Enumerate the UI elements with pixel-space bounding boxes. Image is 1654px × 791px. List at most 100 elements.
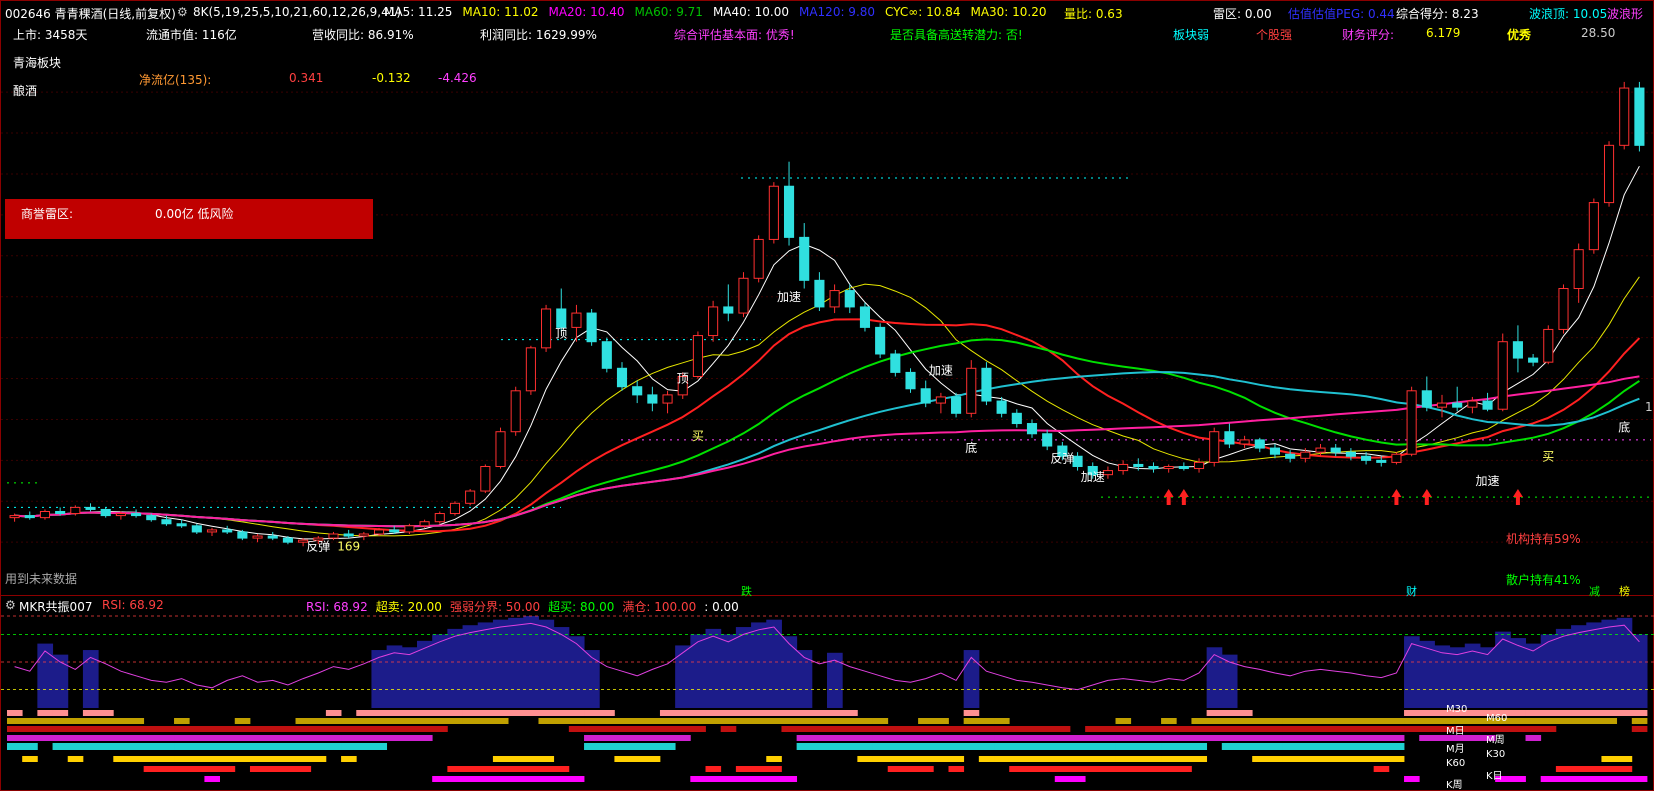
- sub-settings-icon[interactable]: ⚙: [5, 598, 16, 612]
- market-cap: 流通市值: 116亿: [146, 28, 237, 42]
- strip-cell: [432, 726, 448, 732]
- strip-cell: [796, 743, 813, 750]
- strip-cell: [1616, 776, 1633, 782]
- rsi-bar: [1434, 645, 1451, 708]
- sub-indicator-pane[interactable]: ⚙ MKR共振007 RSI: 68.92 RSI: 68.92 超卖: 20.0…: [0, 596, 1654, 791]
- strip-cell: [599, 743, 615, 750]
- chart-annotation: 加速: [1081, 470, 1105, 484]
- strip-cell: [1373, 756, 1390, 762]
- chart-annotation: 169: [337, 539, 360, 553]
- goodwill-value: 0.00亿 低风险: [155, 207, 234, 221]
- strip-cell: [1282, 726, 1299, 732]
- candle-body: [920, 388, 931, 404]
- strip-cell: [568, 718, 585, 724]
- candle-body: [1528, 357, 1539, 363]
- candle: [1042, 429, 1053, 451]
- strip-cell: [1525, 735, 1542, 741]
- candle-body: [222, 529, 233, 533]
- strip-cell: [1085, 766, 1101, 772]
- rsi-bar: [1601, 619, 1618, 708]
- chart-annotation: 底: [965, 440, 977, 455]
- strip-cell: [1540, 718, 1557, 724]
- strip-cell: [22, 718, 38, 724]
- strip-cell: [128, 718, 145, 724]
- strip-cell: [1206, 735, 1223, 741]
- strip-cell: [796, 735, 813, 741]
- settings-gear-icon[interactable]: ⚙: [177, 5, 188, 19]
- strip-cell: [1069, 756, 1086, 762]
- strip-cell: [37, 726, 53, 732]
- candle: [966, 360, 977, 418]
- candle-body: [1497, 341, 1508, 410]
- strip-cell: [1373, 735, 1390, 741]
- candle-body: [1588, 202, 1599, 251]
- strip-cell: [720, 776, 737, 782]
- strip-cell: [1145, 743, 1162, 750]
- strip-cell: [341, 718, 357, 724]
- strip-cell: [492, 756, 509, 762]
- candle: [647, 386, 658, 412]
- sector-name-2: 酿酒: [13, 84, 38, 98]
- strip-cell: [1419, 726, 1435, 732]
- candle: [1543, 325, 1554, 365]
- candle-body: [768, 185, 779, 240]
- candle-body: [1558, 288, 1569, 330]
- rsi-bar: [963, 650, 980, 708]
- candlestick-chart[interactable]: 顶顶买加速加速底反弹加速加速底买顶反弹169: [1, 1, 1654, 597]
- strip-cell: [249, 766, 266, 772]
- strip-cell: [1297, 756, 1314, 762]
- strip-cell: [887, 766, 904, 772]
- strip-cell: [234, 735, 251, 741]
- candle: [1406, 386, 1417, 457]
- strip-cell: [234, 756, 251, 762]
- potential-text: 是否具备高送转潜力: 否!: [890, 28, 1023, 42]
- strip-cell: [1404, 710, 1420, 716]
- strip-cell: [462, 718, 479, 724]
- peg-value: 估值估值PEG: 0.44: [1288, 7, 1395, 21]
- strip-cell: [1404, 776, 1420, 782]
- strip-cell: [1297, 743, 1314, 750]
- strip-cell: [447, 766, 463, 772]
- strip-cell: [7, 718, 23, 724]
- strip-cell: [295, 756, 312, 762]
- strip-cell: [508, 710, 524, 716]
- strip-cell: [1555, 766, 1572, 772]
- strip-cell: [599, 735, 615, 741]
- strip-cell: [128, 743, 145, 750]
- revenue-yoy: 营收同比: 86.91%: [312, 28, 414, 42]
- buy-arrow-icon: [1421, 488, 1432, 505]
- strip-cell: [447, 776, 463, 782]
- strip-cell: [902, 726, 919, 732]
- candle-body: [814, 279, 825, 308]
- strip-cell: [219, 743, 236, 750]
- strip-cell: [1282, 735, 1299, 741]
- rsi-chart[interactable]: [1, 596, 1654, 791]
- strip-cell: [918, 726, 934, 732]
- strip-cell: [325, 726, 342, 732]
- sub-right-label: M周: [1486, 735, 1505, 746]
- rsi-bar: [432, 634, 448, 708]
- strip-cell: [1009, 735, 1025, 741]
- strip-cell: [614, 718, 630, 724]
- strip-cell: [462, 766, 479, 772]
- rsi-bar: [477, 622, 494, 708]
- strip-cell: [523, 756, 539, 762]
- candle: [692, 331, 703, 379]
- strip-cell: [978, 726, 995, 732]
- strip-cell: [1191, 756, 1208, 762]
- strip-cell: [189, 743, 205, 750]
- main-chart-pane[interactable]: 顶顶买加速加速底反弹加速加速底买顶反弹169 002646 青青稞酒(日线,前复…: [0, 0, 1654, 598]
- strip-cell: [1343, 743, 1359, 750]
- strip-cell: [675, 735, 691, 741]
- strip-cell: [22, 726, 38, 732]
- candle: [829, 284, 840, 314]
- strip-cell: [265, 726, 281, 732]
- strip-cell: [978, 756, 995, 762]
- candle-body: [859, 306, 871, 328]
- strip-cell: [1343, 735, 1359, 741]
- strip-cell: [265, 743, 281, 750]
- strip-cell: [690, 726, 706, 732]
- candle-body: [1543, 328, 1554, 363]
- strip-cell: [538, 766, 555, 772]
- strip-cell: [781, 718, 798, 724]
